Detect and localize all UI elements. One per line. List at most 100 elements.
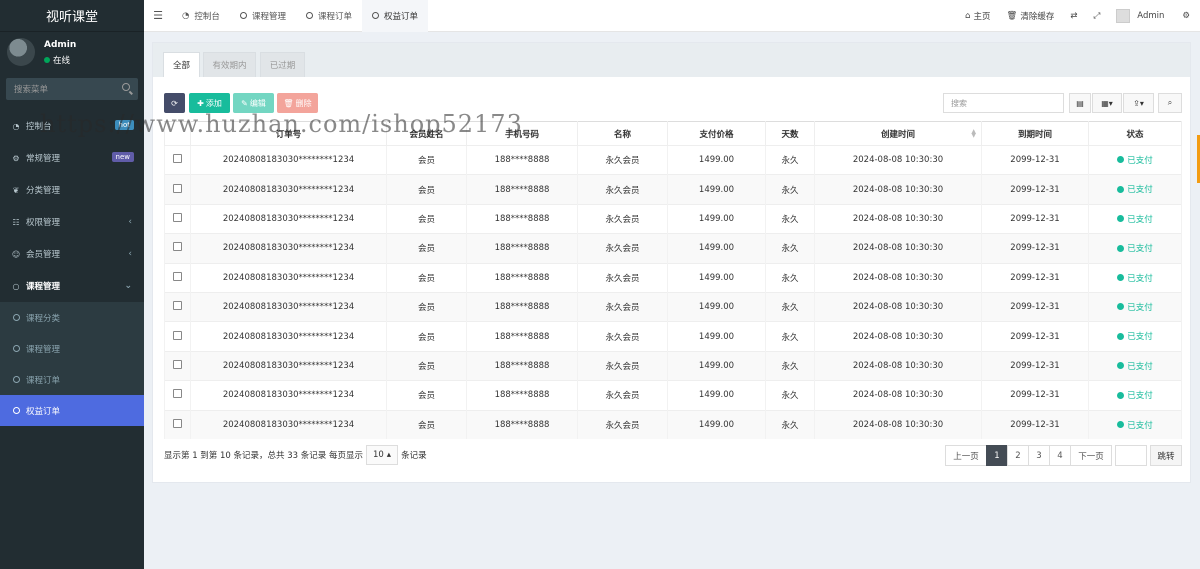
tab-dashboard[interactable]: ◔ 控制台 [172, 0, 230, 32]
cell-phone: 188****8888 [466, 144, 578, 175]
page-button[interactable]: 4 [1049, 445, 1071, 466]
circle-icon [13, 314, 20, 321]
sidebar-item-label: 权限管理 [26, 218, 61, 228]
cell-name: 永久会员 [577, 380, 668, 411]
menu-toggle-icon[interactable]: ☰ [144, 0, 172, 32]
sidebar-item-general[interactable]: ⚙ 常规管理 new [0, 142, 144, 174]
status-dot-icon [1117, 421, 1125, 429]
toggle-view-icon[interactable]: ▤ [1069, 93, 1091, 113]
table-row[interactable]: 20240808183030********1234 会员 188****8888 永… [164, 380, 1182, 411]
prev-page-button[interactable]: 上一页 [945, 445, 987, 466]
chevron-down-icon: ⌄ [124, 281, 132, 291]
filter-tabs: 全部 有效期内 已过期 [153, 43, 1190, 77]
sidebar-item-category[interactable]: ❦ 分类管理 [0, 174, 144, 206]
sidebar-item-courses[interactable]: ○ 课程管理 ⌄ [0, 270, 144, 302]
row-checkbox[interactable] [173, 212, 182, 222]
user-menu[interactable]: Admin [1108, 0, 1172, 32]
row-checkbox[interactable] [173, 183, 182, 193]
orders-table: 订单号 会员姓名 手机号码 名称 支付价格 天数 创建时间 ▲ ▼ 到期时间 状态… [164, 121, 1182, 440]
sidebar-item-members[interactable]: ☺ 会员管理 ‹ [0, 238, 144, 270]
cell-order: 20240808183030********1234 [190, 174, 387, 205]
column-header-created[interactable]: 创建时间 ▲ ▼ [814, 121, 982, 146]
cell-phone: 188****8888 [466, 262, 578, 293]
sort-icon[interactable]: ▲ ▼ [971, 129, 976, 139]
cell-price: 1499.00 [667, 174, 766, 205]
settings-icon[interactable]: ⚙ [1172, 0, 1200, 32]
cell-created: 2024-08-08 10:30:30 [814, 203, 982, 234]
row-checkbox[interactable] [173, 301, 182, 311]
tab-all[interactable]: 全部 [163, 52, 200, 77]
row-select-cell [164, 144, 191, 175]
cell-expire: 2099-12-31 [981, 262, 1089, 293]
cell-price: 1499.00 [667, 321, 766, 352]
column-header[interactable]: 状态 [1088, 121, 1182, 146]
tab-valid[interactable]: 有效期内 [203, 52, 256, 77]
columns-dropdown-icon[interactable]: ▦▾ [1092, 93, 1122, 113]
table-row[interactable]: 20240808183030********1234 会员 188****8888 永… [164, 291, 1182, 322]
table-row[interactable]: 20240808183030********1234 会员 188****8888 永… [164, 203, 1182, 234]
row-select-cell [164, 233, 191, 264]
page-size-value: 10 [372, 450, 384, 460]
language-icon[interactable]: ⇄ [1062, 0, 1085, 32]
column-header[interactable]: 支付价格 [667, 121, 766, 146]
page-size-select[interactable]: 10 ▴ [365, 445, 399, 465]
advanced-search-icon[interactable]: ⌕ [1158, 93, 1182, 113]
menu-search-input[interactable]: 搜索菜单 [6, 78, 138, 100]
table-row[interactable]: 20240808183030********1234 会员 188****8888 永… [164, 262, 1182, 293]
row-checkbox[interactable] [173, 359, 182, 369]
fullscreen-icon[interactable]: ⤢ [1085, 0, 1108, 32]
menu-search-placeholder: 搜索菜单 [14, 85, 49, 95]
sidebar-item-auth[interactable]: ☷ 权限管理 ‹ [0, 206, 144, 238]
cell-order: 20240808183030********1234 [190, 321, 387, 352]
clear-cache-button[interactable]: 🗑 清除缓存 [999, 0, 1063, 32]
sidebar-item-label: 分类管理 [26, 186, 61, 196]
row-checkbox[interactable] [173, 271, 182, 281]
next-page-button[interactable]: 下一页 [1070, 445, 1112, 466]
app-logo[interactable]: 视听课堂 [0, 0, 144, 32]
page-button[interactable]: 1 [986, 445, 1008, 466]
column-header[interactable]: 到期时间 [981, 121, 1089, 146]
row-checkbox[interactable] [173, 389, 182, 399]
table-row[interactable]: 20240808183030********1234 会员 188****8888 永… [164, 144, 1182, 175]
cell-expire: 2099-12-31 [981, 380, 1089, 411]
dashboard-icon: ◔ [182, 10, 190, 21]
chevron-left-icon: ‹ [128, 217, 132, 227]
status-badge: 已支付 [1117, 154, 1153, 166]
circle-icon [13, 345, 20, 352]
avatar [1116, 9, 1131, 23]
jump-button[interactable]: 跳转 [1150, 445, 1182, 466]
cell-member: 会员 [386, 262, 467, 293]
cell-order: 20240808183030********1234 [190, 262, 387, 293]
cell-order: 20240808183030********1234 [190, 233, 387, 264]
page-button[interactable]: 3 [1028, 445, 1050, 466]
sidebar-subitem-course-manage[interactable]: 课程管理 [0, 333, 144, 364]
column-header[interactable]: 天数 [765, 121, 815, 146]
tab-course-manage[interactable]: 课程管理 [230, 0, 296, 32]
search-icon[interactable] [122, 83, 130, 91]
row-checkbox[interactable] [173, 418, 182, 428]
export-dropdown-icon[interactable]: ⇪▾ [1123, 93, 1154, 113]
row-checkbox[interactable] [173, 330, 182, 340]
row-checkbox[interactable] [173, 154, 182, 164]
table-row[interactable]: 20240808183030********1234 会员 188****8888 永… [164, 350, 1182, 381]
column-header[interactable]: 名称 [577, 121, 668, 146]
table-row[interactable]: 20240808183030********1234 会员 188****8888 永… [164, 233, 1182, 264]
table-search-input[interactable]: 搜索 [943, 93, 1064, 113]
sidebar-subitem-course-category[interactable]: 课程分类 [0, 302, 144, 333]
row-checkbox[interactable] [173, 242, 182, 252]
home-link[interactable]: ⌂ 主页 [957, 0, 998, 32]
circle-icon [13, 376, 20, 383]
row-select-cell [164, 409, 191, 440]
jump-page-input[interactable] [1115, 445, 1147, 466]
status-label: 已支付 [1127, 155, 1153, 166]
table-row[interactable]: 20240808183030********1234 会员 188****8888 永… [164, 409, 1182, 440]
sidebar-subitem-course-orders[interactable]: 课程订单 [0, 364, 144, 395]
tab-course-orders[interactable]: 课程订单 [296, 0, 362, 32]
sidebar-subitem-label: 课程分类 [26, 313, 61, 324]
page-button[interactable]: 2 [1007, 445, 1029, 466]
table-row[interactable]: 20240808183030********1234 会员 188****8888 永… [164, 174, 1182, 205]
tab-expired[interactable]: 已过期 [260, 52, 305, 77]
table-row[interactable]: 20240808183030********1234 会员 188****8888 永… [164, 321, 1182, 352]
sidebar-subitem-benefit-orders[interactable]: 权益订单 [0, 395, 144, 426]
tab-benefit-orders[interactable]: 权益订单 [361, 0, 428, 32]
